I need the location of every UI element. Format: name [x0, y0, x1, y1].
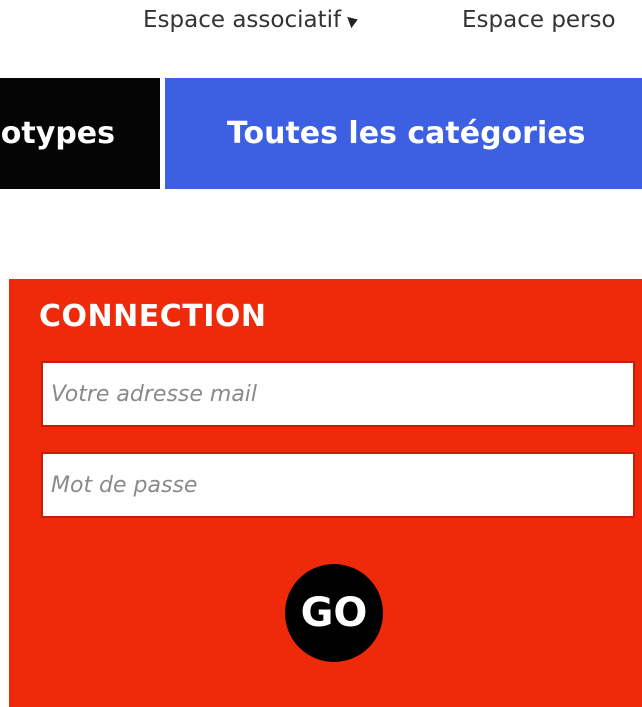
tab-stereotypes[interactable]: Stéréotypes — [0, 78, 160, 189]
espace-associatif-label: Espace associatif — [143, 7, 342, 33]
top-links: Espace associatif Espace perso — [0, 0, 642, 40]
tab-all-categories[interactable]: Toutes les catégories — [165, 78, 642, 189]
go-button[interactable]: GO — [285, 564, 383, 662]
login-title: CONNECTION — [39, 299, 267, 334]
espace-perso-link[interactable]: Espace perso — [462, 6, 616, 34]
email-field[interactable] — [41, 361, 635, 427]
page: Espace associatif Espace perso Stéréotyp… — [0, 0, 642, 707]
login-panel: CONNECTION GO — [9, 279, 642, 707]
espace-associatif-link[interactable]: Espace associatif — [143, 6, 360, 34]
category-tabs: Stéréotypes Toutes les catégories — [0, 78, 642, 189]
espace-perso-label: Espace perso — [462, 7, 616, 33]
arrow-icon — [347, 13, 360, 28]
tab-all-categories-label: Toutes les catégories — [227, 116, 586, 151]
password-field[interactable] — [41, 452, 635, 518]
tab-stereotypes-label: Stéréotypes — [0, 116, 115, 151]
